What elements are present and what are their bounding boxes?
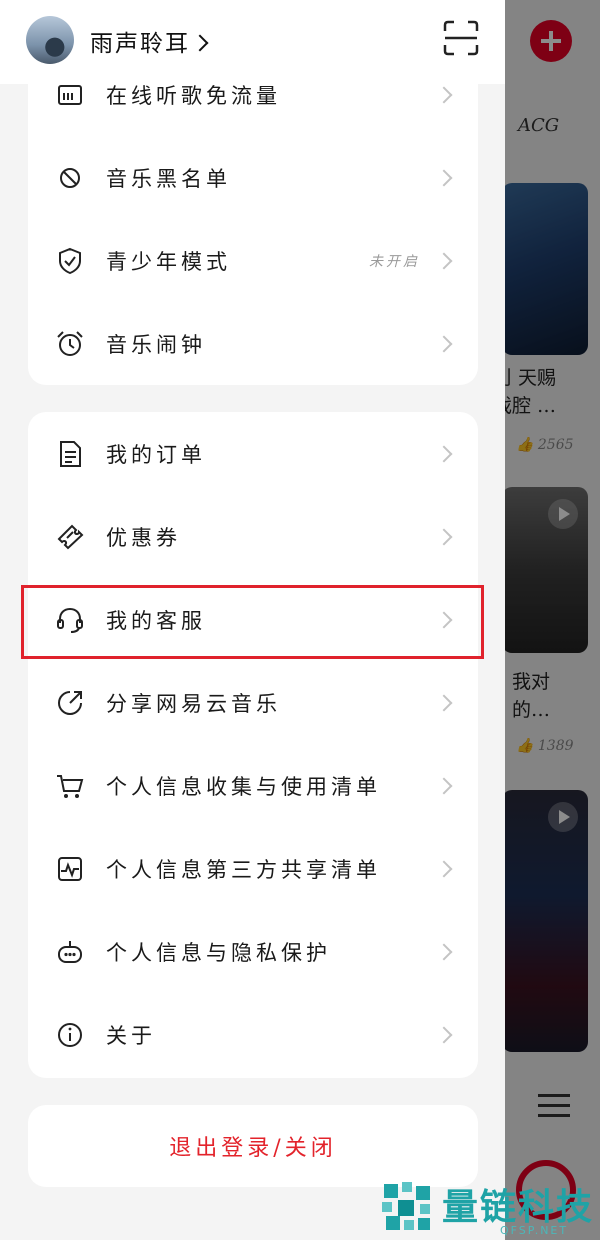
info-icon: [55, 1020, 85, 1050]
chevron-right-icon: [435, 252, 453, 270]
watermark: 量链科技 QFSP.NET: [380, 1176, 600, 1240]
alarm-clock-icon: [55, 329, 85, 359]
username-link[interactable]: 雨声聆耳: [90, 24, 209, 58]
coupon-icon: [55, 522, 85, 552]
chevron-right-icon: [435, 528, 453, 546]
menu-item-label: 音乐黑名单: [106, 167, 231, 191]
username-text: 雨声聆耳: [90, 31, 190, 57]
menu-item-label: 个人信息与隐私保护: [106, 941, 331, 965]
menu-item-label: 分享网易云音乐: [106, 692, 281, 716]
avatar[interactable]: [26, 16, 74, 64]
chevron-right-icon: [435, 86, 453, 104]
menu-item-label: 音乐闹钟: [106, 333, 206, 357]
chevron-right-icon: [435, 777, 453, 795]
status-text: 未开启: [369, 254, 420, 270]
menu-item-teen-mode[interactable]: 青少年模式 未开启: [28, 221, 478, 301]
chevron-right-icon: [435, 1026, 453, 1044]
document-icon: [55, 439, 85, 469]
chevron-right-icon: [435, 335, 453, 353]
menu-item-privacy[interactable]: 个人信息与隐私保护: [28, 912, 478, 992]
chevron-right-icon: [435, 445, 453, 463]
menu-item-third-party[interactable]: 个人信息第三方共享清单: [28, 829, 478, 909]
drawer-header: 雨声聆耳: [0, 0, 505, 84]
robot-icon: [55, 937, 85, 967]
chevron-right-icon: [435, 169, 453, 187]
sim-card-icon: [55, 80, 85, 110]
watermark-logo-icon: [380, 1180, 434, 1234]
menu-item-orders[interactable]: 我的订单: [28, 414, 478, 494]
menu-item-share[interactable]: 分享网易云音乐: [28, 663, 478, 743]
menu-item-alarm[interactable]: 音乐闹钟: [28, 304, 478, 384]
menu-item-about[interactable]: 关于: [28, 995, 478, 1075]
cart-icon: [55, 771, 85, 801]
menu-item-label: 我的订单: [106, 443, 206, 467]
logout-button[interactable]: 退出登录/关闭: [28, 1105, 478, 1187]
chart-doc-icon: [55, 854, 85, 884]
scan-icon[interactable]: [443, 20, 479, 56]
menu-item-label: 个人信息收集与使用清单: [106, 775, 381, 799]
chevron-right-icon: [191, 34, 209, 52]
menu-item-label: 个人信息第三方共享清单: [106, 858, 381, 882]
chevron-right-icon: [435, 860, 453, 878]
watermark-name: 量链科技: [442, 1187, 595, 1228]
settings-group-2: 我的订单 优惠券 我的客服 分享网易云音乐 个人信息收集与使用清单 个人信息第三…: [28, 412, 478, 1078]
menu-item-info-collection[interactable]: 个人信息收集与使用清单: [28, 746, 478, 826]
watermark-url: QFSP.NET: [500, 1224, 569, 1237]
highlight-box: [21, 585, 484, 659]
menu-item-label: 优惠券: [106, 526, 181, 550]
settings-group-1: 在线听歌免流量 音乐黑名单 青少年模式 未开启 音乐闹钟: [28, 60, 478, 385]
logout-group: 退出登录/关闭: [28, 1105, 478, 1187]
menu-item-blacklist[interactable]: 音乐黑名单: [28, 138, 478, 218]
menu-item-label: 青少年模式: [106, 250, 231, 274]
menu-item-label: 在线听歌免流量: [106, 84, 281, 108]
menu-item-coupons[interactable]: 优惠券: [28, 497, 478, 577]
menu-item-label: 关于: [106, 1024, 156, 1048]
share-icon: [55, 688, 85, 718]
chevron-right-icon: [435, 694, 453, 712]
block-icon: [55, 163, 85, 193]
shield-check-icon: [55, 246, 85, 276]
chevron-right-icon: [435, 943, 453, 961]
